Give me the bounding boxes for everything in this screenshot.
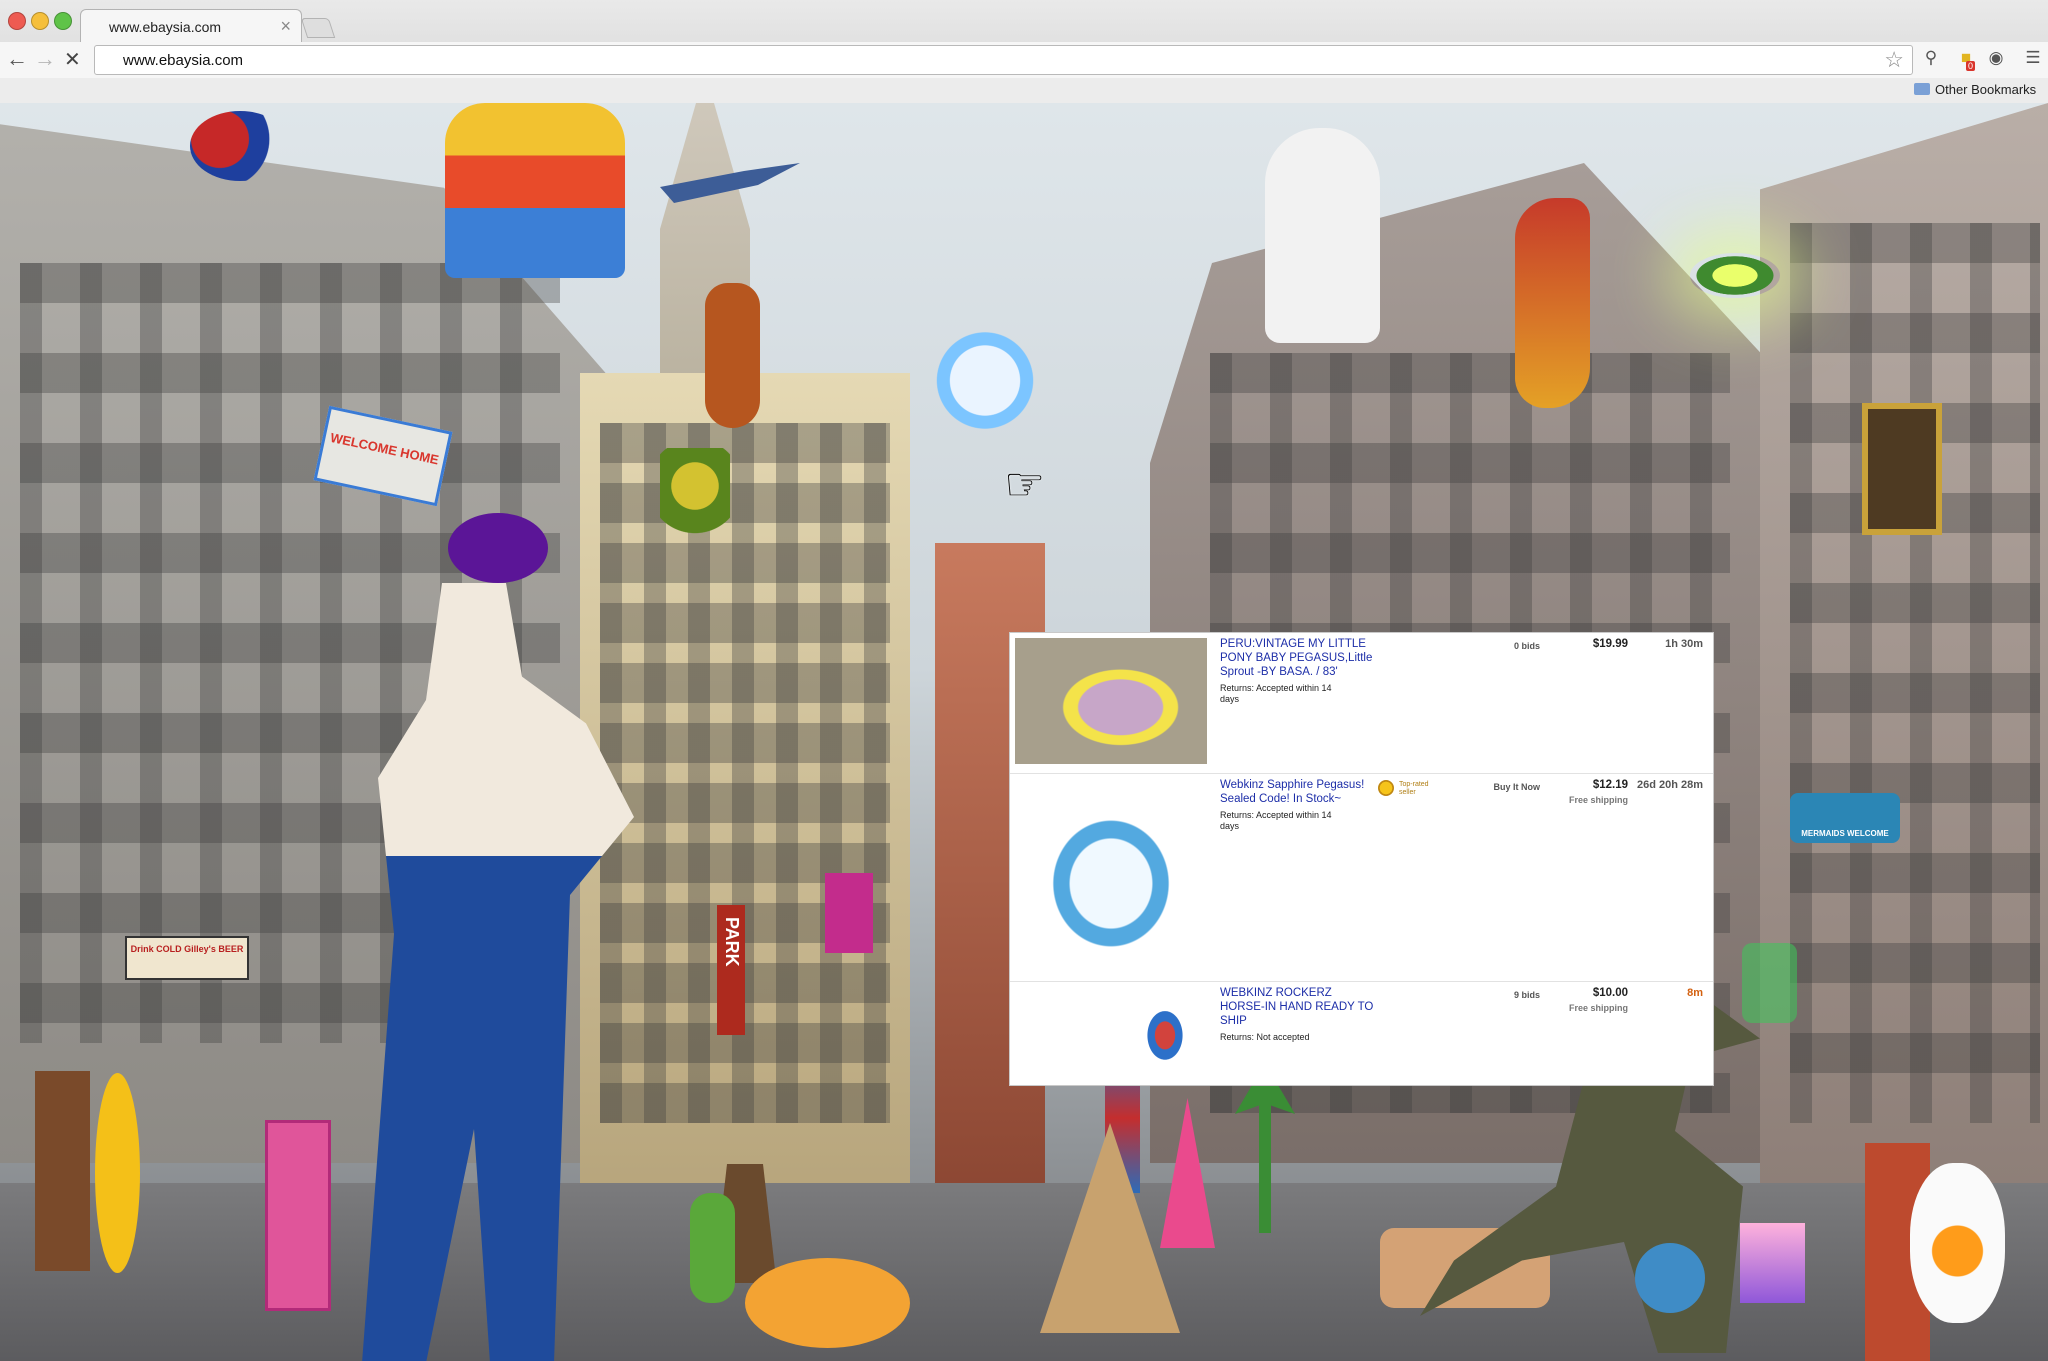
top-rated-medal-icon [1378,780,1394,796]
gilleys-beer-sign: Drink COLD Gilley's BEER [125,936,249,980]
top-rated-text: Top-rated seller [1399,781,1429,796]
street-scene: WELCOME HOME Drink COLD Gilley's BEER PA… [0,103,2048,1361]
shipping-info: Free shipping [1568,1003,1628,1013]
pegasus-toy[interactable] [920,323,1050,438]
listing-thumbnail[interactable] [1130,987,1200,1075]
time-left: 1h 30m [1665,638,1703,650]
buy-it-now-label: Buy It Now [1493,782,1541,792]
bid-count: 0 bids [1513,641,1540,651]
listing-title-link[interactable]: PERU:VINTAGE MY LITTLE PONY BABY PEGASUS… [1220,637,1375,679]
bookmarks-bar: Other Bookmarks [0,78,2048,103]
dog-painting[interactable] [1862,403,1942,535]
gilleys-text: Drink COLD Gilley's BEER [130,944,244,954]
inflatable-pool[interactable] [745,1258,910,1348]
new-tab-button[interactable] [300,18,336,38]
mermaids-text: MERMAIDS WELCOME [1801,829,1889,838]
toolbar: ← → ✕ www.ebaysia.com ☆ ⚲ ■ 0 ◉ ☰ [0,42,2048,78]
egg-costume[interactable] [1910,1163,2005,1323]
minimize-window-button[interactable] [31,12,49,30]
seahorse-decoration[interactable] [1515,198,1590,408]
time-left: 8m [1687,987,1703,999]
tab-title: www.ebaysia.com [109,19,222,35]
price: $19.99 [1592,638,1628,650]
listing-title-link[interactable]: WEBKINZ ROCKERZ HORSE-IN HAND READY TO S… [1220,986,1375,1028]
grandfather-clock[interactable] [35,1071,90,1271]
surfboard[interactable] [95,1073,140,1273]
listing-row[interactable]: Webkinz Sapphire Pegasus! Sealed Code! I… [1010,774,1713,982]
tan-building-windows [600,423,890,1123]
turtle-toy[interactable] [660,448,730,543]
shipping-info: Free shipping [1568,795,1628,805]
neon-sign [1742,943,1797,1023]
listing-thumbnail[interactable] [1015,779,1207,969]
browser-chrome: www.ebaysia.com × ← → ✕ www.ebaysia.com … [0,0,2048,104]
barbie-doll-box[interactable] [265,1120,331,1311]
time-left: 26d 20h 28m [1636,779,1703,791]
returns-policy: Returns: Not accepted [1220,1032,1310,1042]
listing-title-link[interactable]: Webkinz Sapphire Pegasus! Sealed Code! I… [1220,778,1375,806]
stop-icon[interactable]: ✕ [64,47,81,72]
purple-frisbee[interactable] [448,513,548,583]
forward-arrow-icon[interactable]: → [34,46,56,72]
maximize-window-button[interactable] [54,12,72,30]
listing-row[interactable]: WEBKINZ ROCKERZ HORSE-IN HAND READY TO S… [1010,982,1713,1085]
guitar[interactable] [705,283,760,428]
tab-active[interactable]: www.ebaysia.com × [80,9,302,43]
birthday-cake[interactable] [1740,1223,1805,1303]
chrome-extension-icon[interactable]: ◉ [1985,47,2007,69]
ghost-inflatable[interactable] [1265,128,1380,343]
returns-policy: Returns: Accepted within 14 days [1220,810,1332,831]
folder-icon[interactable] [1914,83,1930,95]
tab-close-icon[interactable]: × [280,16,291,37]
cactus[interactable] [690,1193,735,1303]
spiderman-toy[interactable] [190,111,290,181]
bounce-house[interactable] [445,103,625,278]
search-results-panel: PERU:VINTAGE MY LITTLE PONY BABY PEGASUS… [1010,633,1713,1085]
star-icon[interactable]: ☆ [1884,47,1904,73]
far-right-windows [1790,223,2040,1123]
back-arrow-icon[interactable]: ← [6,46,28,72]
exercise-ball[interactable] [1635,1243,1705,1313]
address-bar[interactable]: www.ebaysia.com ☆ [94,45,1913,75]
park-sign: PARK [717,905,745,1035]
menu-icon[interactable]: ☰ [2022,47,2044,69]
title-bar: www.ebaysia.com × [0,0,2048,43]
listing-row[interactable]: PERU:VINTAGE MY LITTLE PONY BABY PEGASUS… [1010,633,1713,774]
price: $12.19 [1592,779,1628,791]
listing-thumbnail[interactable] [1015,638,1207,764]
returns-policy: Returns: Accepted within 14 days [1220,683,1332,704]
price: $10.00 [1592,987,1628,999]
extension-badge: 0 [1966,61,1976,71]
ufo-toy[interactable] [1690,253,1780,298]
hand-cursor-icon: ☞ [1004,458,1046,510]
park-text: PARK [722,917,742,967]
url-text[interactable]: www.ebaysia.com [123,52,243,69]
close-window-button[interactable] [8,12,26,30]
mermaids-welcome-sign: MERMAIDS WELCOME [1790,793,1900,843]
bid-count: 9 bids [1513,990,1540,1000]
other-bookmarks-link[interactable]: Other Bookmarks [1935,82,2036,97]
barbie-poster [825,873,873,953]
search-extension-icon[interactable]: ⚲ [1920,47,1942,69]
